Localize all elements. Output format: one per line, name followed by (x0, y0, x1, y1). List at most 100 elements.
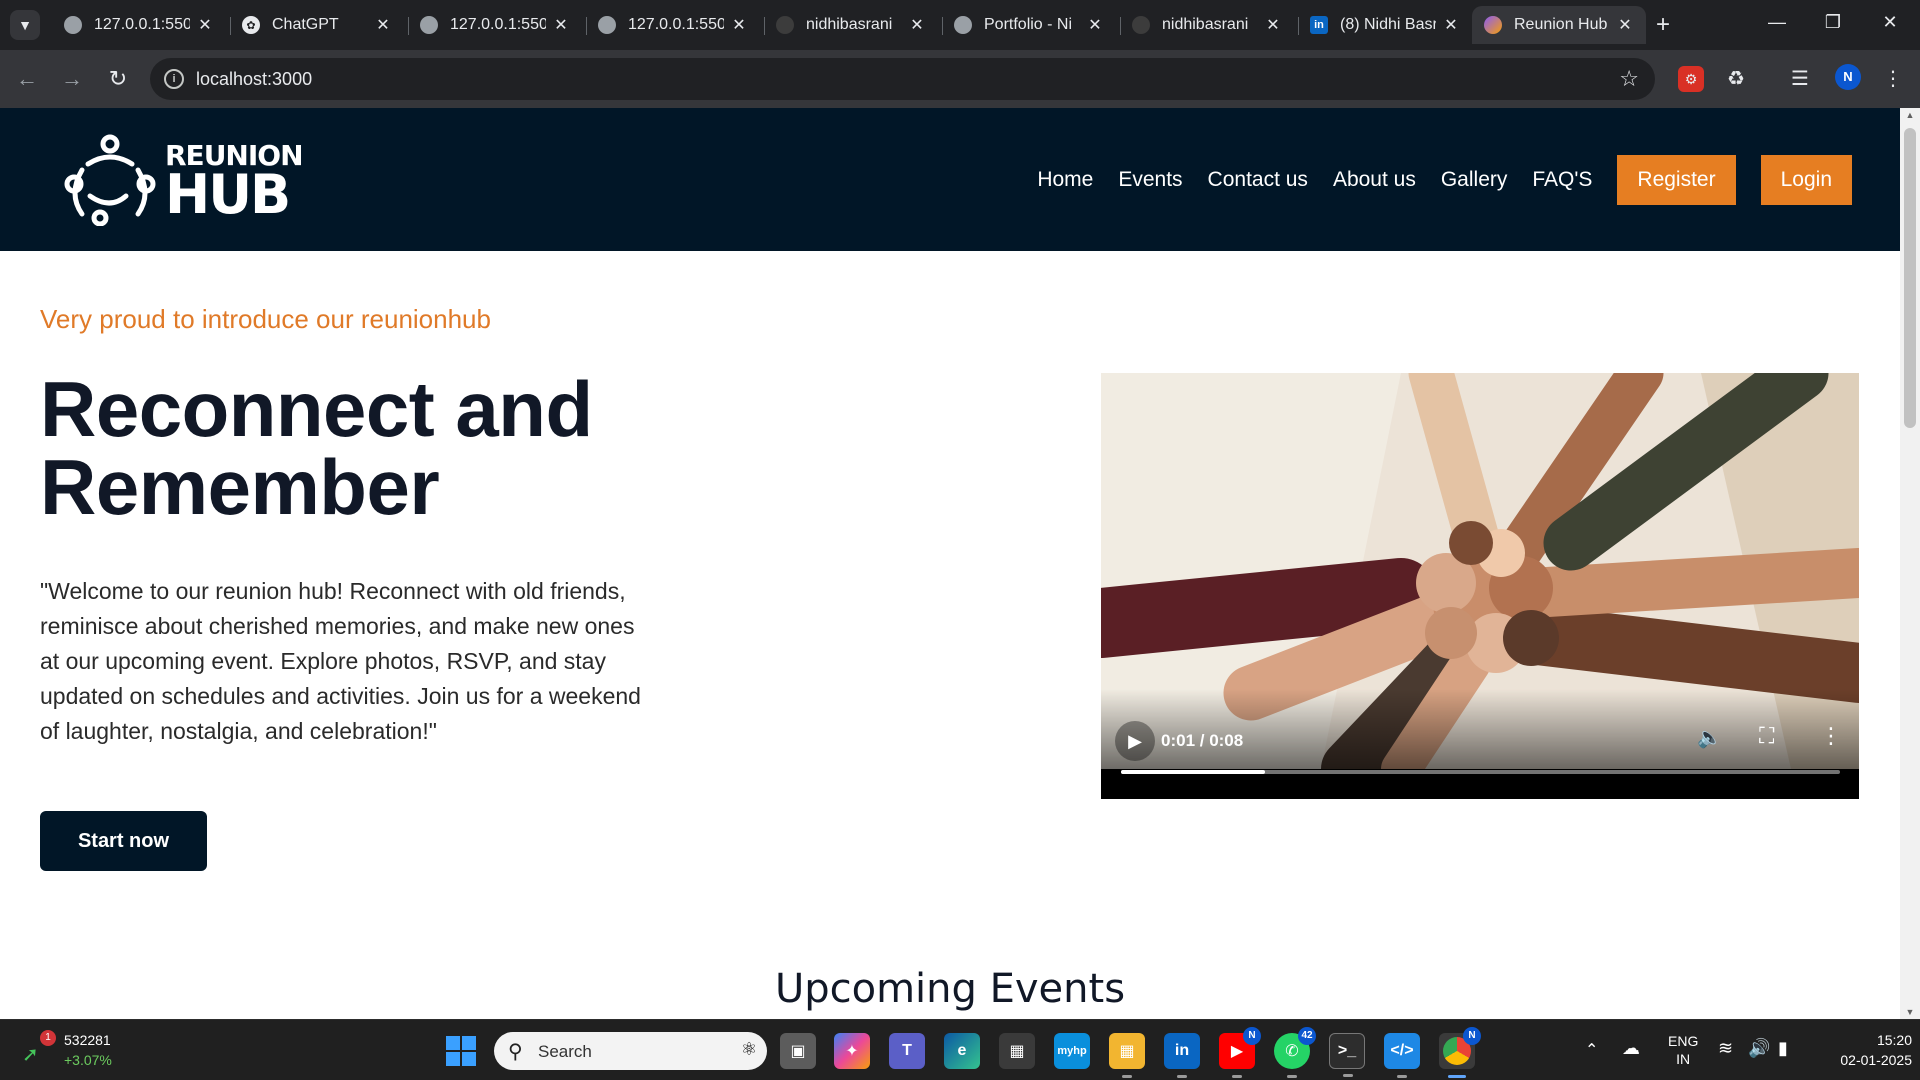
copilot-icon[interactable]: ✦ (834, 1033, 870, 1069)
url-text[interactable]: localhost:3000 (196, 69, 312, 90)
close-icon[interactable]: ✕ (908, 15, 926, 35)
scroll-down-icon[interactable]: ▼ (1904, 1007, 1916, 1017)
close-icon[interactable]: ✕ (1442, 15, 1460, 35)
browser-tab[interactable]: nidhibasrani ✕ (1120, 6, 1294, 44)
file-explorer-icon[interactable]: ▦ (1109, 1033, 1145, 1078)
browser-tab[interactable]: nidhibasrani ✕ (764, 6, 938, 44)
close-icon[interactable]: ✕ (552, 15, 570, 35)
close-icon[interactable]: ✕ (730, 15, 748, 35)
linkedin-icon: in (1310, 16, 1328, 34)
stock-widget[interactable]: ➚ 1 532281 +3.07% (22, 1030, 132, 1072)
tab-title: 127.0.0.1:550 (94, 16, 190, 33)
new-tab-button[interactable]: + (1650, 12, 1676, 38)
close-icon[interactable]: ✕ (196, 15, 214, 35)
video-progress-track[interactable] (1121, 770, 1840, 774)
terminal-icon[interactable]: >_ (1329, 1033, 1365, 1077)
nav-faq[interactable]: FAQ'S (1532, 168, 1592, 192)
window-close-icon[interactable]: ✕ (1870, 12, 1910, 33)
globe-icon (598, 16, 616, 34)
whatsapp-icon[interactable]: ✆ 42 (1274, 1027, 1316, 1078)
hero-description: "Welcome to our reunion hub! Reconnect w… (40, 578, 641, 744)
scroll-up-icon[interactable]: ▲ (1904, 110, 1916, 120)
nav-contact[interactable]: Contact us (1208, 168, 1308, 192)
notification-badge: 1 (40, 1030, 56, 1046)
browser-tab-active[interactable]: Reunion Hub ✕ (1472, 6, 1646, 44)
nav-gallery[interactable]: Gallery (1441, 168, 1508, 192)
close-icon[interactable]: ✕ (1264, 15, 1282, 35)
site-logo[interactable]: REUNION HUB (60, 134, 304, 227)
running-indicator (1177, 1075, 1187, 1078)
hero-video-player[interactable]: ▶ 0:01 / 0:08 🔈 ⛶ ⋮ (1101, 373, 1859, 799)
store-icon[interactable]: ▦ (999, 1033, 1035, 1069)
youtube-icon[interactable]: ▶ N (1219, 1027, 1261, 1078)
whatsapp-unread-badge: 42 (1298, 1027, 1316, 1045)
bookmark-star-icon[interactable]: ☆ (1619, 66, 1639, 92)
site-info-icon[interactable]: i (164, 69, 184, 89)
media-controls-icon[interactable]: ☰ (1787, 66, 1813, 92)
restore-icon[interactable]: ❐ (1813, 12, 1853, 33)
hero-kicker: Very proud to introduce our reunionhub (40, 304, 491, 334)
more-options-icon[interactable]: ⋮ (1820, 723, 1842, 749)
play-icon[interactable]: ▶ (1115, 721, 1155, 761)
page-scrollbar[interactable]: ▲ ▼ (1900, 108, 1920, 1019)
video-time: 0:01 / 0:08 (1161, 731, 1244, 750)
tab-search-button[interactable]: ▼ (10, 10, 40, 40)
linkedin-app-icon[interactable]: in (1164, 1033, 1200, 1078)
chrome-icon[interactable]: N (1439, 1027, 1481, 1078)
system-clock[interactable]: 15:20 02-01-2025 (1812, 1030, 1912, 1070)
browser-tab[interactable]: 127.0.0.1:550 ✕ (586, 6, 760, 44)
profile-avatar[interactable]: N (1835, 64, 1861, 90)
browser-tab[interactable]: 127.0.0.1:550 ✕ (408, 6, 582, 44)
speaker-icon[interactable]: 🔊 (1748, 1038, 1770, 1059)
battery-icon[interactable]: ▮ (1778, 1038, 1788, 1059)
browser-tab[interactable]: in (8) Nidhi Basr ✕ (1298, 6, 1472, 44)
nav-home[interactable]: Home (1037, 168, 1093, 192)
extension-icon[interactable]: ⚙ (1678, 66, 1704, 92)
register-button[interactable]: Register (1617, 155, 1736, 205)
browser-tab[interactable]: 127.0.0.1:550 ✕ (52, 6, 226, 44)
edge-icon[interactable]: e (944, 1033, 980, 1069)
browser-tab-strip: ▼ 127.0.0.1:550 ✕ ✿ ChatGPT ✕ 127.0.0.1:… (0, 0, 1920, 50)
nav-about[interactable]: About us (1333, 168, 1416, 192)
task-view-icon[interactable]: ▣ (780, 1033, 816, 1069)
browser-tab[interactable]: ✿ ChatGPT ✕ (230, 6, 404, 44)
browser-menu-icon[interactable]: ⋮ (1880, 66, 1906, 92)
tab-title: Portfolio - Ni (984, 16, 1073, 33)
volume-icon[interactable]: 🔈 (1697, 725, 1722, 750)
taskbar-search[interactable]: ⚲ Search ⚛ (494, 1032, 767, 1070)
fullscreen-icon[interactable]: ⛶ (1759, 723, 1774, 749)
github-icon (776, 16, 794, 34)
start-now-button[interactable]: Start now (40, 811, 207, 871)
teams-icon[interactable]: T (889, 1033, 925, 1069)
show-hidden-icons-icon[interactable]: ⌃ (1585, 1040, 1598, 1060)
minimize-icon[interactable]: — (1757, 12, 1797, 33)
clock-time: 15:20 (1876, 1032, 1912, 1048)
close-icon[interactable]: ✕ (374, 15, 392, 35)
language-indicator[interactable]: ENG IN (1668, 1032, 1698, 1068)
myhp-icon[interactable]: myhp (1054, 1033, 1090, 1069)
video-progress-fill (1121, 770, 1265, 774)
scrollbar-thumb[interactable] (1904, 128, 1916, 428)
back-icon[interactable]: ← (12, 66, 42, 92)
login-button[interactable]: Login (1760, 155, 1852, 205)
close-icon[interactable]: ✕ (1086, 15, 1104, 35)
reunionhub-icon (1484, 16, 1502, 34)
stock-value: 532281 (64, 1032, 111, 1048)
search-placeholder: Search (538, 1042, 592, 1061)
extensions-puzzle-icon[interactable]: ♻ (1723, 66, 1749, 92)
vscode-icon[interactable]: </> (1384, 1033, 1420, 1078)
onedrive-cloud-icon[interactable]: ☁ (1622, 1038, 1640, 1059)
address-bar[interactable]: i localhost:3000 ☆ (150, 58, 1655, 100)
wifi-icon[interactable]: ≋ (1718, 1038, 1733, 1059)
windows-start-icon[interactable] (446, 1036, 476, 1066)
language-code: ENG (1668, 1033, 1699, 1049)
tab-title: 127.0.0.1:550 (450, 16, 546, 33)
page-viewport: REUNION HUB Home Events Contact us About… (0, 108, 1900, 1019)
chatgpt-icon: ✿ (242, 16, 260, 34)
upcoming-events-heading: Upcoming Events (774, 966, 1126, 1012)
nav-events[interactable]: Events (1118, 168, 1182, 192)
browser-tab[interactable]: Portfolio - Ni ✕ (942, 6, 1116, 44)
reload-icon[interactable]: ↻ (103, 66, 133, 92)
forward-icon[interactable]: → (57, 66, 87, 92)
close-icon[interactable]: ✕ (1616, 15, 1634, 35)
